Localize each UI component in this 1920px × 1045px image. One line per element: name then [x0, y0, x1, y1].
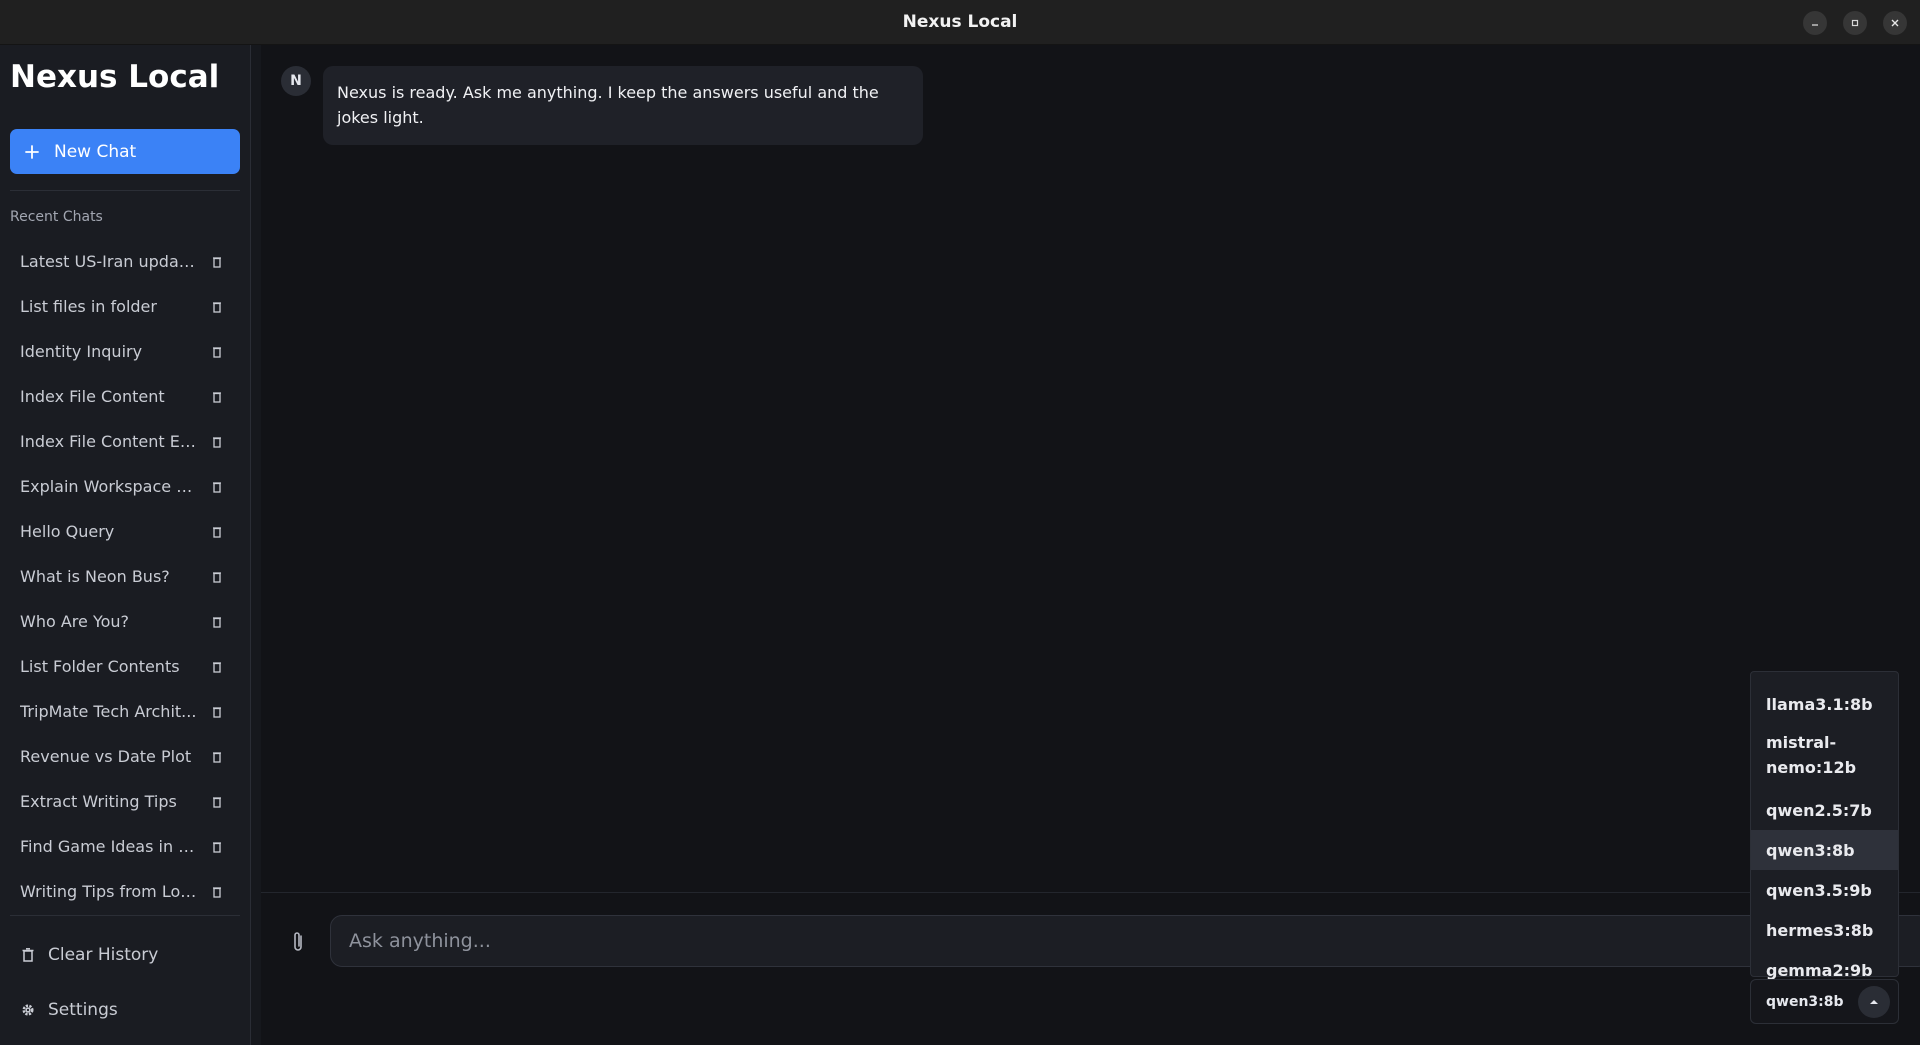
maximize-button[interactable] — [1843, 11, 1867, 35]
chat-title: Latest US-Iran updat... — [20, 252, 198, 271]
sidebar-divider — [10, 190, 240, 191]
model-option[interactable]: llama3.1:8b — [1751, 684, 1898, 724]
recent-chats-heading: Recent Chats — [10, 209, 103, 225]
model-option[interactable]: qwen3.5:9b — [1751, 870, 1898, 910]
chat-main: N Nexus is ready. Ask me anything. I kee… — [261, 45, 1920, 1045]
trash-icon[interactable] — [212, 436, 222, 448]
chat-list-item[interactable]: Identity Inquiry — [10, 329, 240, 374]
model-dropdown-menu: llama3.1:8b mistral-nemo:12b qwen2.5:7b … — [1750, 671, 1899, 980]
chat-title: Index File Content Ex... — [20, 432, 198, 451]
composer-divider — [261, 892, 1920, 893]
trash-icon[interactable] — [212, 796, 222, 808]
chat-list-item[interactable]: Extract Writing Tips — [10, 779, 240, 824]
new-chat-button[interactable]: New Chat — [10, 129, 240, 174]
chat-list-item[interactable]: Hello Query — [10, 509, 240, 554]
settings-label: Settings — [48, 1000, 118, 1020]
model-option[interactable]: hermes3:8b — [1751, 910, 1898, 950]
chat-title: Who Are You? — [20, 612, 130, 631]
trash-icon[interactable] — [212, 301, 222, 313]
chat-list-item[interactable]: List Folder Contents — [10, 644, 240, 689]
trash-icon[interactable] — [212, 706, 222, 718]
sidebar: Nexus Local New Chat Recent Chats Latest… — [0, 45, 251, 1045]
assistant-avatar: N — [281, 66, 311, 96]
trash-icon — [22, 948, 34, 962]
window-title: Nexus Local — [902, 12, 1018, 32]
chat-list-item[interactable]: What is Neon Bus? — [10, 554, 240, 599]
app-brand: Nexus Local — [10, 59, 220, 95]
chat-list-item[interactable]: Index File Content Ex... — [10, 419, 240, 464]
model-select-value: qwen3:8b — [1766, 993, 1844, 1010]
chat-title: Identity Inquiry — [20, 342, 143, 361]
chat-list-item[interactable]: Writing Tips from Loc... — [10, 869, 240, 914]
model-option[interactable]: qwen2.5:7b — [1751, 790, 1898, 830]
close-button[interactable] — [1883, 11, 1907, 35]
trash-icon[interactable] — [212, 751, 222, 763]
sidebar-divider — [10, 915, 240, 916]
chat-title: Revenue vs Date Plot — [20, 747, 192, 766]
recent-chats-list: Latest US-Iran updat... List files in fo… — [10, 239, 240, 914]
trash-icon[interactable] — [212, 571, 222, 583]
chat-title: Writing Tips from Loc... — [20, 882, 198, 901]
model-option-label: mistral-nemo:12b — [1766, 733, 1857, 777]
chat-list-item[interactable]: TripMate Tech Archit... — [10, 689, 240, 734]
model-option-selected[interactable]: qwen3:8b — [1751, 830, 1898, 870]
close-icon — [1891, 19, 1899, 27]
window-controls — [1803, 11, 1907, 35]
chat-list-item[interactable]: Latest US-Iran updat... — [10, 239, 240, 284]
trash-icon[interactable] — [212, 886, 222, 898]
chat-title: Index File Content — [20, 387, 165, 406]
minimize-button[interactable] — [1803, 11, 1827, 35]
chat-list-item[interactable]: Who Are You? — [10, 599, 240, 644]
gear-icon — [22, 1004, 34, 1016]
sidebar-resize-handle[interactable] — [251, 45, 261, 1045]
trash-icon[interactable] — [212, 481, 222, 493]
trash-icon[interactable] — [212, 661, 222, 673]
settings-button[interactable]: Settings — [20, 1000, 118, 1020]
chat-list-item[interactable]: Revenue vs Date Plot — [10, 734, 240, 779]
window-titlebar: Nexus Local — [0, 0, 1920, 45]
model-select-toggle[interactable] — [1858, 985, 1890, 1018]
paperclip-icon[interactable] — [288, 929, 308, 955]
trash-icon[interactable] — [212, 616, 222, 628]
plus-icon — [25, 144, 39, 159]
clear-history-button[interactable]: Clear History — [20, 945, 158, 965]
chat-title: Extract Writing Tips — [20, 792, 177, 811]
model-option[interactable]: mistral-nemo:12b — [1751, 724, 1898, 790]
chat-title: List files in folder — [20, 297, 157, 316]
restore-icon — [1851, 19, 1859, 27]
chat-title: Explain Workspace C... — [20, 477, 198, 496]
clear-history-label: Clear History — [48, 945, 159, 965]
model-select[interactable]: qwen3:8b — [1750, 979, 1899, 1024]
chevron-up-icon — [1870, 999, 1878, 1004]
new-chat-label: New Chat — [54, 141, 137, 162]
chat-list-item[interactable]: List files in folder — [10, 284, 240, 329]
trash-icon[interactable] — [212, 391, 222, 403]
chat-title: What is Neon Bus? — [20, 567, 170, 586]
trash-icon[interactable] — [212, 526, 222, 538]
chat-list-item[interactable]: Explain Workspace C... — [10, 464, 240, 509]
chat-title: TripMate Tech Archit... — [20, 702, 197, 721]
chat-title: List Folder Contents — [20, 657, 180, 676]
minimize-icon — [1812, 24, 1818, 26]
chat-list-item[interactable]: Index File Content — [10, 374, 240, 419]
chat-input[interactable] — [330, 915, 1920, 967]
trash-icon[interactable] — [212, 841, 222, 853]
assistant-message: Nexus is ready. Ask me anything. I keep … — [323, 66, 923, 145]
chat-list-item[interactable]: Find Game Ideas in Fi... — [10, 824, 240, 869]
trash-icon[interactable] — [212, 256, 222, 268]
chat-title: Hello Query — [20, 522, 115, 541]
chat-title: Find Game Ideas in Fi... — [20, 837, 198, 856]
trash-icon[interactable] — [212, 346, 222, 358]
